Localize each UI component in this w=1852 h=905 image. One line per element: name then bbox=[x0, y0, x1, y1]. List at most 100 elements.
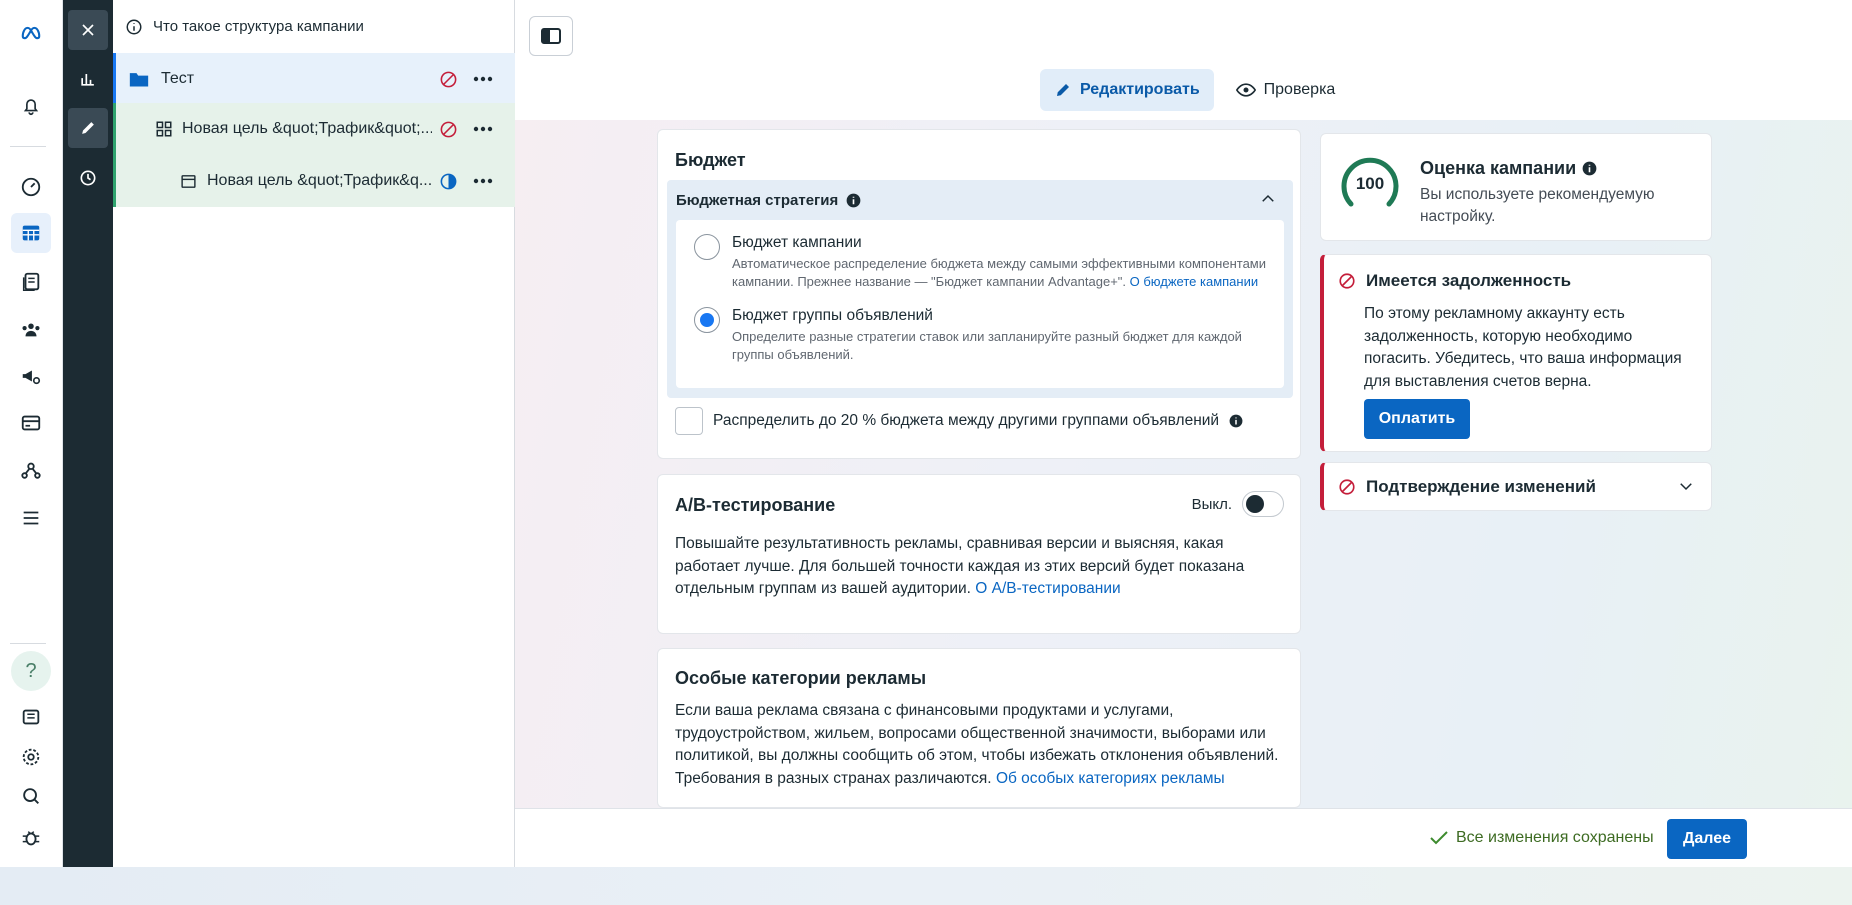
tab-review-label: Проверка bbox=[1263, 81, 1336, 98]
ab-testing-title: A/B-тестирование bbox=[675, 495, 836, 515]
campaign-budget-link[interactable]: О бюджете кампании bbox=[1130, 274, 1258, 289]
main-editor-area: Редактировать Проверка Бюджет Бюджетная … bbox=[515, 0, 1852, 867]
info-icon bbox=[126, 19, 142, 34]
error-prohibited-icon bbox=[1339, 479, 1355, 495]
editor-topbar: Редактировать Проверка bbox=[515, 0, 1852, 120]
structure-help-label: Что такое структура кампании bbox=[153, 18, 364, 35]
score-gauge: 100 bbox=[1341, 157, 1399, 207]
tree-item-campaign[interactable]: Тест bbox=[113, 53, 515, 105]
confirm-title-row: Подтверждение изменений bbox=[1338, 477, 1596, 497]
notifications-bell-icon[interactable] bbox=[11, 86, 51, 126]
structure-help-link[interactable]: Что такое структура кампании bbox=[113, 0, 514, 53]
all-tools-menu-icon[interactable] bbox=[11, 498, 51, 538]
ads-manager-table-icon[interactable] bbox=[11, 213, 51, 253]
global-nav-rail: ? bbox=[0, 0, 63, 867]
chevron-down-icon[interactable] bbox=[1677, 477, 1695, 495]
editor-tools-column bbox=[63, 0, 113, 867]
score-desc: Вы используете рекомендуемую настройку. bbox=[1420, 186, 1655, 225]
confirm-title: Подтверждение изменений bbox=[1366, 477, 1596, 496]
budget-options: Бюджет кампании Автоматическое распредел… bbox=[676, 220, 1284, 388]
distribute-budget-checkbox[interactable] bbox=[675, 407, 703, 435]
eye-icon bbox=[1235, 83, 1256, 97]
dashboard-gauge-icon[interactable] bbox=[11, 167, 51, 207]
half-circle-status-icon bbox=[437, 170, 459, 192]
tab-edit-label: Редактировать bbox=[1080, 81, 1200, 98]
distribute-budget-row: Распределить до 20 % бюджета между други… bbox=[675, 407, 1243, 435]
info-filled-icon[interactable] bbox=[1229, 414, 1243, 428]
option-adset-budget-desc: Определите разные стратегии ставок или з… bbox=[732, 329, 1242, 362]
news-feed-icon[interactable] bbox=[11, 697, 51, 737]
campaign-name: Тест bbox=[161, 70, 195, 87]
option-adset-budget[interactable]: Бюджет группы объявлений Определите разн… bbox=[694, 307, 1252, 364]
tree-item-ad[interactable]: Новая цель &quot;Трафик&q... bbox=[113, 155, 515, 207]
ab-testing-link[interactable]: О A/B-тестировании bbox=[975, 580, 1120, 597]
option-adset-budget-title: Бюджет группы объявлений bbox=[732, 307, 933, 324]
tab-review[interactable]: Проверка bbox=[1222, 69, 1350, 111]
pay-button[interactable]: Оплатить bbox=[1364, 399, 1470, 439]
tree-item-adset[interactable]: Новая цель &quot;Трафик&quot;... bbox=[113, 103, 515, 155]
audiences-people-icon[interactable] bbox=[11, 309, 51, 349]
report-bug-icon[interactable] bbox=[11, 818, 51, 858]
billing-card-icon[interactable] bbox=[11, 403, 51, 443]
budget-strategy-title: Бюджетная стратегия bbox=[676, 192, 839, 209]
distribute-budget-label: Распределить до 20 % бюджета между други… bbox=[713, 412, 1220, 429]
confirm-changes-card[interactable]: Подтверждение изменений bbox=[1320, 462, 1712, 511]
score-title-row: Оценка кампании bbox=[1420, 158, 1597, 179]
page-footer-strip bbox=[0, 867, 1852, 905]
info-filled-icon[interactable] bbox=[846, 193, 861, 208]
ab-testing-toggle[interactable] bbox=[1242, 491, 1284, 517]
toggle-side-panel-button[interactable] bbox=[529, 16, 573, 56]
edit-pencil-icon[interactable] bbox=[68, 108, 108, 148]
ad-name: Новая цель &quot;Трафик&q... bbox=[207, 172, 431, 189]
mode-tabs: Редактировать Проверка bbox=[1040, 69, 1349, 111]
ab-testing-toggle-label: Выкл. bbox=[1191, 495, 1232, 513]
radio-campaign-budget[interactable] bbox=[694, 234, 720, 260]
special-categories-link[interactable]: Об особых категориях рекламы bbox=[996, 770, 1225, 787]
info-filled-icon[interactable] bbox=[1582, 161, 1597, 176]
ab-testing-card: A/B-тестирование Выкл. Повышайте результ… bbox=[657, 474, 1301, 634]
campaign-settings-megaphone-icon[interactable] bbox=[11, 356, 51, 396]
error-prohibited-icon bbox=[1339, 273, 1355, 289]
next-button[interactable]: Далее bbox=[1667, 819, 1747, 859]
score-value: 100 bbox=[1356, 174, 1384, 193]
more-options-icon[interactable] bbox=[472, 68, 494, 90]
option-campaign-budget-title: Бюджет кампании bbox=[732, 234, 862, 251]
chart-bars-icon[interactable] bbox=[68, 59, 108, 99]
option-campaign-budget[interactable]: Бюджет кампании Автоматическое распредел… bbox=[694, 234, 1277, 291]
chevron-up-icon[interactable] bbox=[1259, 190, 1277, 208]
adset-name: Новая цель &quot;Трафик&quot;... bbox=[182, 120, 432, 137]
history-clock-icon[interactable] bbox=[68, 158, 108, 198]
campaign-score-card: 100 Оценка кампании Вы используете реком… bbox=[1320, 133, 1712, 241]
close-icon[interactable] bbox=[68, 10, 108, 50]
save-status-label: Все изменения сохранены bbox=[1456, 829, 1654, 846]
radio-adset-budget[interactable] bbox=[694, 307, 720, 333]
pages-documents-icon[interactable] bbox=[11, 262, 51, 302]
more-options-icon[interactable] bbox=[472, 118, 494, 140]
search-icon[interactable] bbox=[11, 776, 51, 816]
budget-card: Бюджет Бюджетная стратегия Бюджет кампан… bbox=[657, 129, 1301, 459]
more-options-icon[interactable] bbox=[472, 170, 494, 192]
budget-title: Бюджет bbox=[675, 150, 746, 170]
ab-testing-desc: Повышайте результативность рекламы, срав… bbox=[675, 535, 1245, 597]
tab-edit[interactable]: Редактировать bbox=[1040, 69, 1214, 111]
settings-gear-icon[interactable] bbox=[11, 737, 51, 777]
save-status: Все изменения сохранены bbox=[1430, 829, 1654, 847]
special-categories-card: Особые категории рекламы Если ваша рекла… bbox=[657, 648, 1301, 808]
score-title: Оценка кампании bbox=[1420, 158, 1577, 178]
folder-icon bbox=[129, 73, 149, 87]
debt-title: Имеется задолженность bbox=[1366, 271, 1572, 290]
bottom-action-bar: Все изменения сохранены Далее bbox=[515, 808, 1852, 867]
budget-strategy-section: Бюджетная стратегия Бюджет кампании Авто… bbox=[667, 180, 1293, 398]
error-prohibited-icon bbox=[437, 118, 459, 140]
debt-desc: По этому рекламному аккаунту есть задолж… bbox=[1364, 305, 1682, 390]
events-manager-nodes-icon[interactable] bbox=[11, 450, 51, 490]
debt-title-row: Имеется задолженность bbox=[1338, 271, 1571, 291]
help-question-icon[interactable]: ? bbox=[11, 651, 51, 691]
adset-grid-icon bbox=[156, 121, 172, 137]
ad-window-icon bbox=[181, 174, 196, 188]
error-prohibited-icon bbox=[437, 68, 459, 90]
debt-alert-card: Имеется задолженность По этому рекламном… bbox=[1320, 254, 1712, 452]
budget-strategy-header[interactable]: Бюджетная стратегия bbox=[676, 192, 861, 209]
meta-logo-icon[interactable] bbox=[11, 12, 51, 52]
special-categories-title: Особые категории рекламы bbox=[675, 668, 927, 688]
